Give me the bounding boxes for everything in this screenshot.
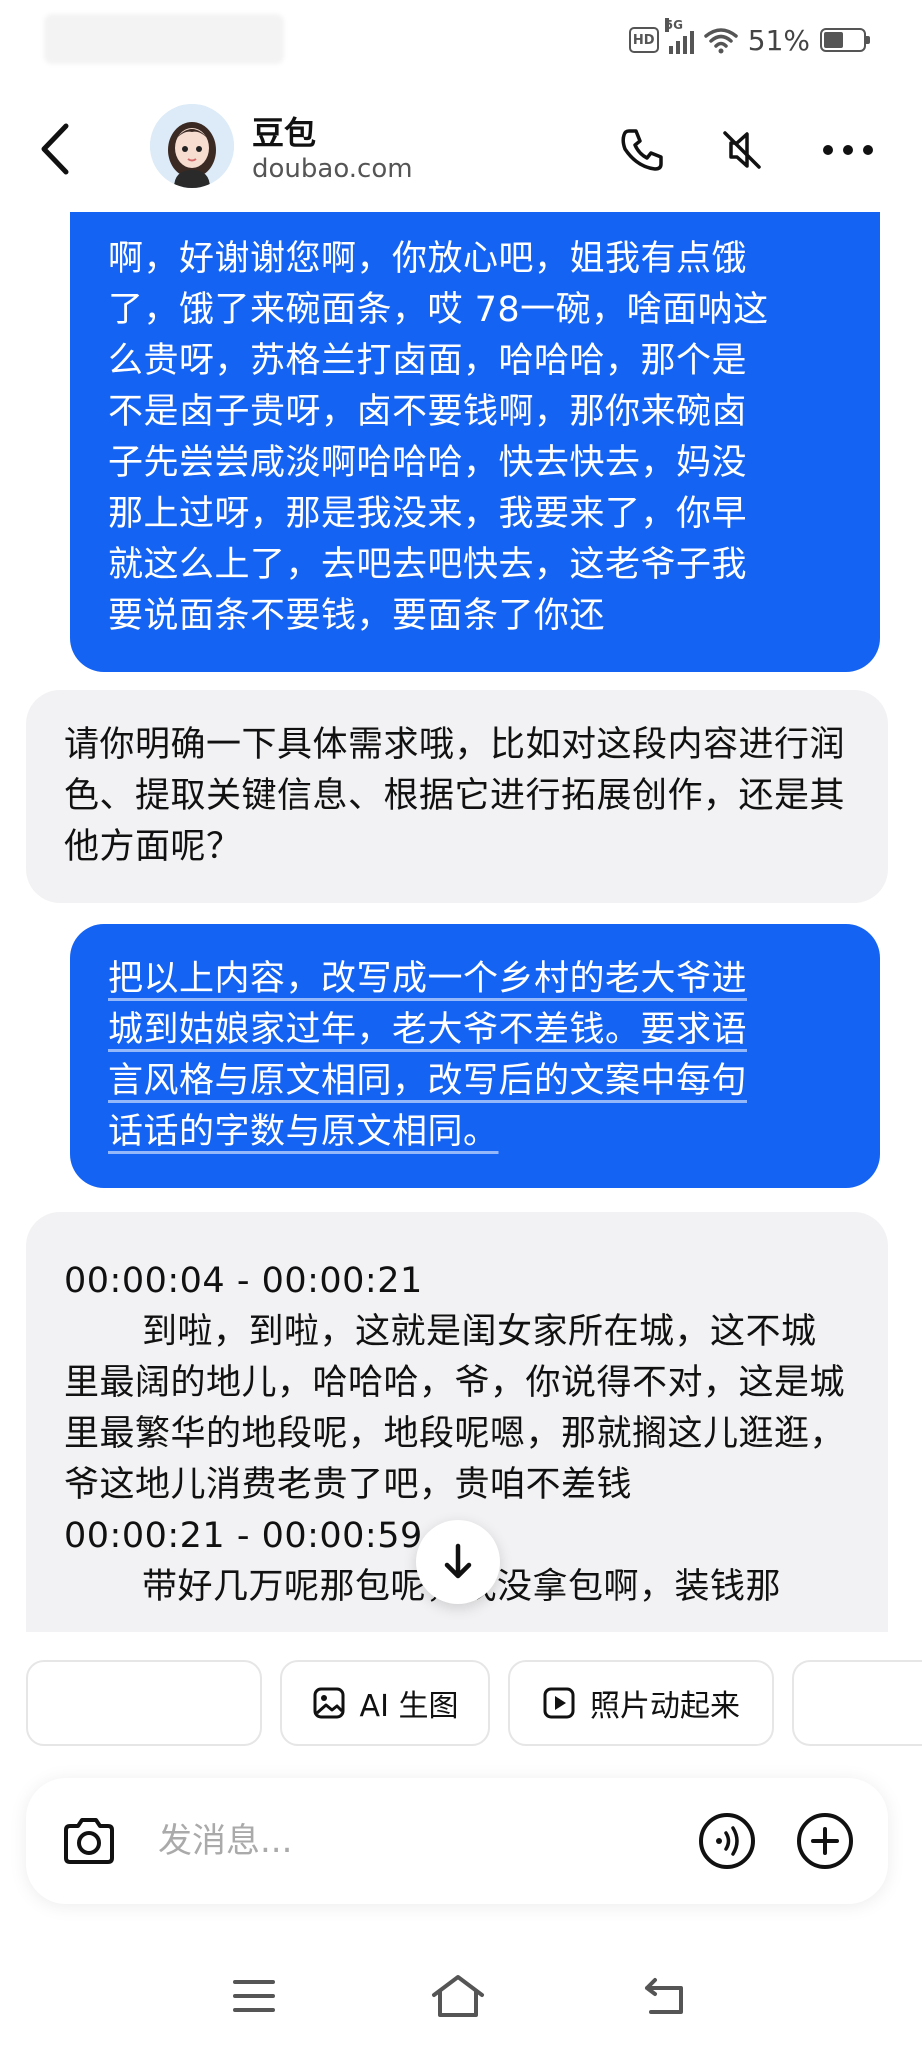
chat-subtitle: doubao.com xyxy=(252,154,413,184)
image-icon xyxy=(313,1687,345,1719)
message-input[interactable] xyxy=(156,1814,656,1868)
message-line: 子先尝尝咸淡啊哈哈哈，快去快去，妈没 xyxy=(108,443,748,483)
message-line: 啊，好谢谢您啊，你放心吧，姐我有点饿 xyxy=(108,239,748,279)
mute-button[interactable] xyxy=(712,120,772,180)
message-line: 那上过呀，那是我没来，我要来了，你早 xyxy=(108,494,748,534)
voice-wave-icon xyxy=(699,1813,755,1869)
system-nav-bar xyxy=(0,1940,922,2048)
plus-circle-icon xyxy=(797,1813,853,1869)
battery-icon xyxy=(820,28,870,52)
message-line: 言风格与原文相同，改写后的文案中每句 xyxy=(108,1061,748,1101)
menu-nav-button[interactable] xyxy=(224,1968,284,2024)
chip-label: AI 生图 xyxy=(359,1689,459,1724)
suggestion-chips: AI 生图 照片动起来 xyxy=(0,1660,922,1750)
message-line: 把以上内容，改写成一个乡村的老大爷进 xyxy=(108,959,748,999)
status-bar: HD 5G 51% xyxy=(0,0,922,80)
wifi-icon xyxy=(704,28,738,54)
back-button[interactable] xyxy=(32,114,92,184)
chevron-left-icon xyxy=(41,123,69,175)
suggestion-chip-animate-photo[interactable]: 照片动起来 xyxy=(508,1660,774,1746)
chip-label: 照片动起来 xyxy=(590,1689,740,1724)
more-options-button[interactable] xyxy=(818,120,878,180)
message-line: 么贵呀，苏格兰打卤面，哈哈哈，那个是 xyxy=(108,341,748,381)
message-line: 不是卤子贵呀，卤不要钱啊，那你来碗卤 xyxy=(108,392,748,432)
suggestion-chip-ai-image[interactable]: AI 生图 xyxy=(280,1660,490,1746)
chat-title: 豆包 xyxy=(252,114,317,152)
avatar[interactable] xyxy=(150,104,234,188)
home-nav-button[interactable] xyxy=(428,1968,488,2024)
message-text: 请你明确一下具体需求哦，比如对这段内容进行润色、提取关键信息、根据它进行拓展创作… xyxy=(64,725,846,867)
hd-badge: HD xyxy=(628,27,659,53)
suggestion-chip[interactable] xyxy=(792,1660,922,1746)
add-attachment-button[interactable] xyxy=(792,1808,858,1874)
segment-timestamp: 00:00:04 - 00:00:21 xyxy=(64,1261,423,1301)
phone-icon xyxy=(621,129,663,171)
back-arrow-icon xyxy=(645,1978,683,2014)
camera-button[interactable] xyxy=(56,1808,122,1874)
phone-call-button[interactable] xyxy=(612,120,672,180)
segment-text: 到啦，到啦，这就是闺女家所在城，这不城里最阔的地儿，哈哈哈，爷，你说得不对，这是… xyxy=(64,1312,846,1505)
message-line: 要说面条不要钱，要面条了你还 xyxy=(108,596,606,636)
play-square-icon xyxy=(543,1687,575,1719)
camera-icon xyxy=(64,1818,114,1864)
cellular-signal-icon: 5G xyxy=(664,18,694,54)
arrow-down-icon xyxy=(444,1543,472,1579)
chat-header: 豆包 doubao.com xyxy=(0,90,922,210)
message-line: 了，饿了来碗面条，哎 78一碗，啥面呐这 xyxy=(108,290,769,330)
status-indicators: HD 5G 51% xyxy=(628,18,870,60)
user-message[interactable]: 啊，好谢谢您啊，你放心吧，姐我有点饿 了，饿了来碗面条，哎 78一碗，啥面呐这 … xyxy=(70,212,880,672)
home-icon xyxy=(432,1975,484,2017)
message-line: 就这么上了，去吧去吧快去，这老爷子我 xyxy=(108,545,748,585)
doubao-avatar-icon xyxy=(150,104,234,188)
speaker-muted-icon xyxy=(723,131,761,169)
menu-icon xyxy=(233,1980,275,2012)
battery-percent: 51% xyxy=(747,23,810,57)
scroll-to-bottom-button[interactable] xyxy=(416,1520,500,1604)
battery-level xyxy=(824,32,844,48)
back-nav-button[interactable] xyxy=(636,1968,696,2024)
message-line: 话话的字数与原文相同。 xyxy=(108,1112,499,1152)
message-line: 城到姑娘家过年，老大爷不差钱。要求语 xyxy=(108,1010,748,1050)
more-horizontal-icon xyxy=(823,145,873,155)
suggestion-chip[interactable] xyxy=(26,1660,262,1746)
user-message[interactable]: 把以上内容，改写成一个乡村的老大爷进 城到姑娘家过年，老大爷不差钱。要求语 言风… xyxy=(70,924,880,1188)
status-left-blurred xyxy=(44,14,284,64)
voice-input-button[interactable] xyxy=(694,1808,760,1874)
assistant-message[interactable]: 请你明确一下具体需求哦，比如对这段内容进行润色、提取关键信息、根据它进行拓展创作… xyxy=(26,690,888,903)
message-composer xyxy=(26,1778,888,1904)
chat-messages[interactable]: 啊，好谢谢您啊，你放心吧，姐我有点饿 了，饿了来碗面条，哎 78一碗，啥面呐这 … xyxy=(0,212,922,1632)
